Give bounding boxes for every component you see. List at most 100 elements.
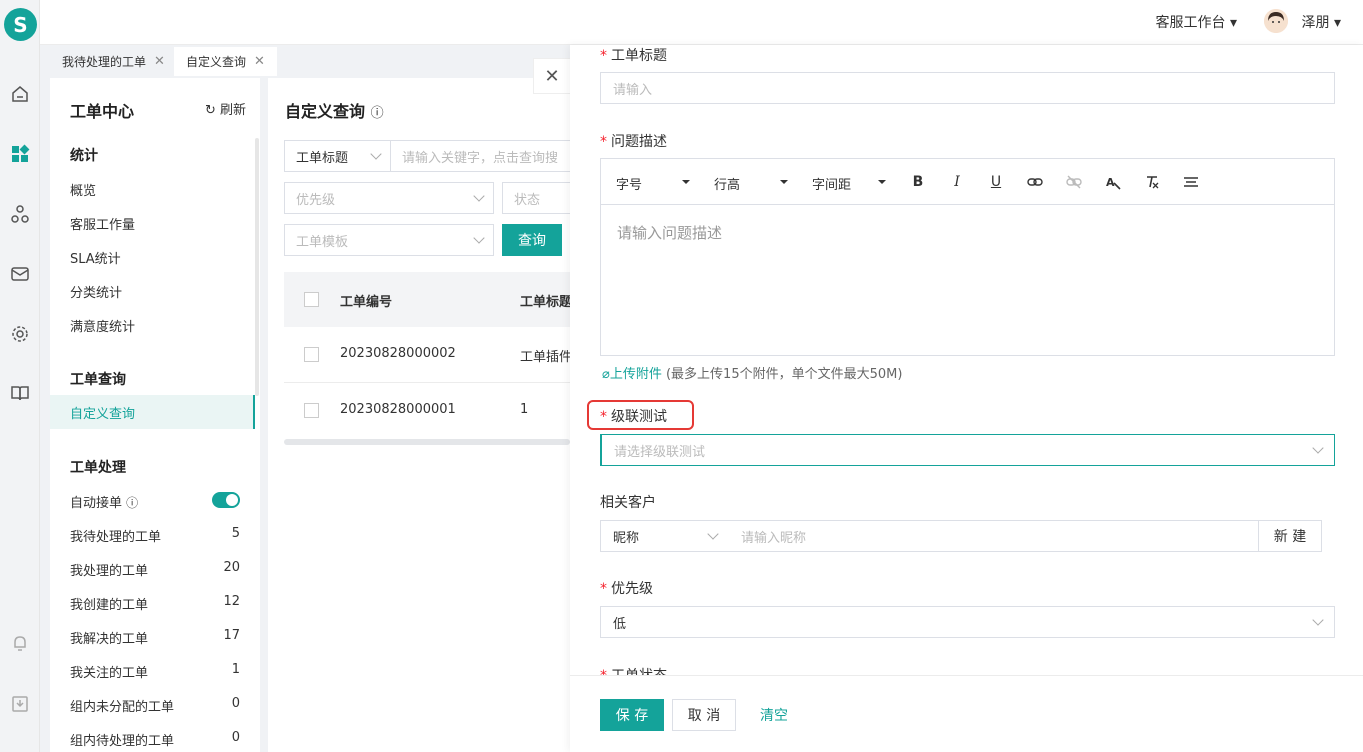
row-divider — [284, 382, 570, 383]
user-avatar[interactable] — [1264, 9, 1288, 33]
font-color-icon[interactable]: A — [1103, 172, 1123, 192]
sidebar-item-group-pending[interactable]: 组内待处理的工单 — [70, 730, 174, 749]
auto-accept-label: 自动接单 ⓘ — [70, 496, 139, 511]
bell-icon[interactable] — [9, 632, 31, 654]
upload-attachment-link[interactable]: ⌀上传附件 (最多上传15个附件，单个文件最大50M) — [602, 363, 902, 382]
app-logo[interactable]: S — [4, 8, 37, 41]
italic-icon[interactable]: I — [947, 172, 967, 192]
sidebar-item-sla[interactable]: SLA统计 — [70, 248, 121, 267]
table-horizontal-scrollbar[interactable] — [284, 439, 570, 445]
user-tree-icon[interactable] — [9, 203, 31, 225]
save-button[interactable]: 保 存 — [600, 699, 664, 731]
priority-select[interactable]: 低 — [600, 606, 1335, 638]
sidebar-item-workload[interactable]: 客服工作量 — [70, 214, 135, 233]
close-icon[interactable]: ✕ — [254, 54, 265, 69]
ticket-id[interactable]: 20230828000001 — [340, 402, 456, 417]
section-stats: 统计 — [70, 148, 98, 164]
tab-custom-query[interactable]: 自定义查询 ✕ — [174, 47, 277, 76]
keyword-input[interactable]: 请输入关键字，点击查询搜 — [390, 140, 570, 172]
sidebar-item-my-handled[interactable]: 我处理的工单 — [70, 560, 148, 579]
sidebar-scrollbar[interactable] — [255, 138, 259, 396]
tab-pending-tickets[interactable]: 我待处理的工单 ✕ — [50, 47, 177, 76]
clear-button[interactable]: 清空 — [754, 699, 794, 731]
close-icon: ✕ — [544, 65, 560, 87]
mail-icon[interactable] — [9, 263, 31, 285]
count-badge: 0 — [231, 730, 240, 745]
gear-icon[interactable] — [9, 323, 31, 345]
unlink-icon[interactable] — [1064, 172, 1084, 192]
count-badge: 20 — [223, 560, 240, 575]
count-badge: 12 — [223, 594, 240, 609]
bold-icon[interactable]: B — [908, 172, 928, 192]
refresh-button[interactable]: ↻ 刷新 — [205, 99, 246, 118]
count-badge: 5 — [231, 526, 240, 541]
main-content: 自定义查询 ⓘ 工单标题 请输入关键字，点击查询搜 优先级 状态 工单模板 查询… — [268, 78, 570, 752]
count-badge: 17 — [223, 628, 240, 643]
drawer-footer: 保 存 取 消 清空 — [570, 675, 1363, 752]
align-icon[interactable] — [1181, 172, 1201, 192]
chevron-down-icon — [1312, 442, 1324, 454]
count-badge: 1 — [231, 662, 240, 677]
sidebar-item-my-followed[interactable]: 我关注的工单 — [70, 662, 148, 681]
customer-nickname-input[interactable]: 请输入昵称 — [729, 520, 1259, 552]
title-input[interactable]: 请输入 — [600, 72, 1335, 104]
tab-label: 我待处理的工单 — [62, 55, 147, 69]
new-customer-button[interactable]: 新 建 — [1258, 520, 1322, 552]
letter-spacing-dropdown[interactable]: 字间距 — [812, 174, 851, 193]
customer-type-select[interactable]: 昵称 — [600, 520, 730, 552]
chevron-down-icon — [780, 180, 788, 184]
rich-text-editor[interactable]: 字号 行高 字间距 B I U A 请输入问题描述 — [600, 158, 1335, 356]
sidebar-item-satisfaction[interactable]: 满意度统计 — [70, 316, 135, 335]
priority-select[interactable]: 优先级 — [284, 182, 494, 214]
ticket-title: 1 — [520, 402, 529, 417]
select-all-checkbox[interactable] — [304, 292, 319, 307]
close-icon[interactable]: ✕ — [154, 54, 165, 69]
column-header-title[interactable]: 工单标题 — [520, 291, 570, 310]
section-query: 工单查询 — [70, 372, 126, 388]
sidebar-item-my-created[interactable]: 我创建的工单 — [70, 594, 148, 613]
workspace-switcher[interactable]: 客服工作台 ▾ — [1156, 12, 1237, 32]
sidebar-item-my-pending[interactable]: 我待处理的工单 — [70, 526, 161, 545]
font-size-dropdown[interactable]: 字号 — [616, 174, 642, 193]
status-select[interactable]: 状态 — [502, 182, 570, 214]
paperclip-icon: ⌀ — [602, 367, 610, 382]
sidebar: 工单中心 ↻ 刷新 统计 概览 客服工作量 SLA统计 分类统计 满意度统计 工… — [50, 78, 260, 752]
editor-toolbar: 字号 行高 字间距 B I U A — [601, 159, 1334, 205]
row-checkbox[interactable] — [304, 347, 319, 362]
query-button[interactable]: 查询 — [502, 224, 562, 256]
book-icon[interactable] — [9, 382, 31, 404]
page-title: 自定义查询 ⓘ — [285, 102, 384, 121]
user-menu[interactable]: 泽朋 ▾ — [1302, 12, 1341, 32]
link-icon[interactable] — [1025, 172, 1045, 192]
clear-format-icon[interactable] — [1142, 172, 1162, 192]
chevron-down-icon — [682, 180, 690, 184]
cascade-label: * 级联测试 — [600, 409, 667, 425]
top-bar: 客服工作台 ▾ 泽朋 ▾ — [40, 0, 1363, 45]
drawer-close-button[interactable]: ✕ — [533, 58, 571, 94]
apps-icon[interactable] — [9, 143, 31, 165]
editor-placeholder: 请输入问题描述 — [617, 224, 723, 242]
sidebar-item-overview[interactable]: 概览 — [70, 180, 96, 199]
description-label: * 问题描述 — [600, 134, 667, 150]
download-icon[interactable] — [9, 693, 31, 715]
info-icon: ⓘ — [370, 106, 384, 121]
auto-accept-toggle[interactable] — [212, 492, 240, 508]
icon-rail: S — [0, 0, 40, 752]
sidebar-item-group-unassigned[interactable]: 组内未分配的工单 — [70, 696, 174, 715]
underline-icon[interactable]: U — [986, 172, 1006, 192]
cascade-select[interactable]: 请选择级联测试 — [600, 434, 1335, 466]
column-header-id[interactable]: 工单编号 — [340, 291, 392, 310]
ticket-id[interactable]: 20230828000002 — [340, 346, 456, 361]
template-select[interactable]: 工单模板 — [284, 224, 494, 256]
filter-field-select[interactable]: 工单标题 — [284, 140, 391, 172]
count-badge: 0 — [231, 696, 240, 711]
sidebar-item-my-resolved[interactable]: 我解决的工单 — [70, 628, 148, 647]
row-checkbox[interactable] — [304, 403, 319, 418]
line-height-dropdown[interactable]: 行高 — [714, 174, 740, 193]
table-header: 工单编号 工单标题 — [284, 272, 570, 327]
home-icon[interactable] — [9, 83, 31, 105]
sidebar-item-category[interactable]: 分类统计 — [70, 282, 122, 301]
title-label: * 工单标题 — [600, 48, 667, 64]
sidebar-item-custom-query[interactable]: 自定义查询 — [70, 403, 135, 422]
cancel-button[interactable]: 取 消 — [672, 699, 736, 731]
